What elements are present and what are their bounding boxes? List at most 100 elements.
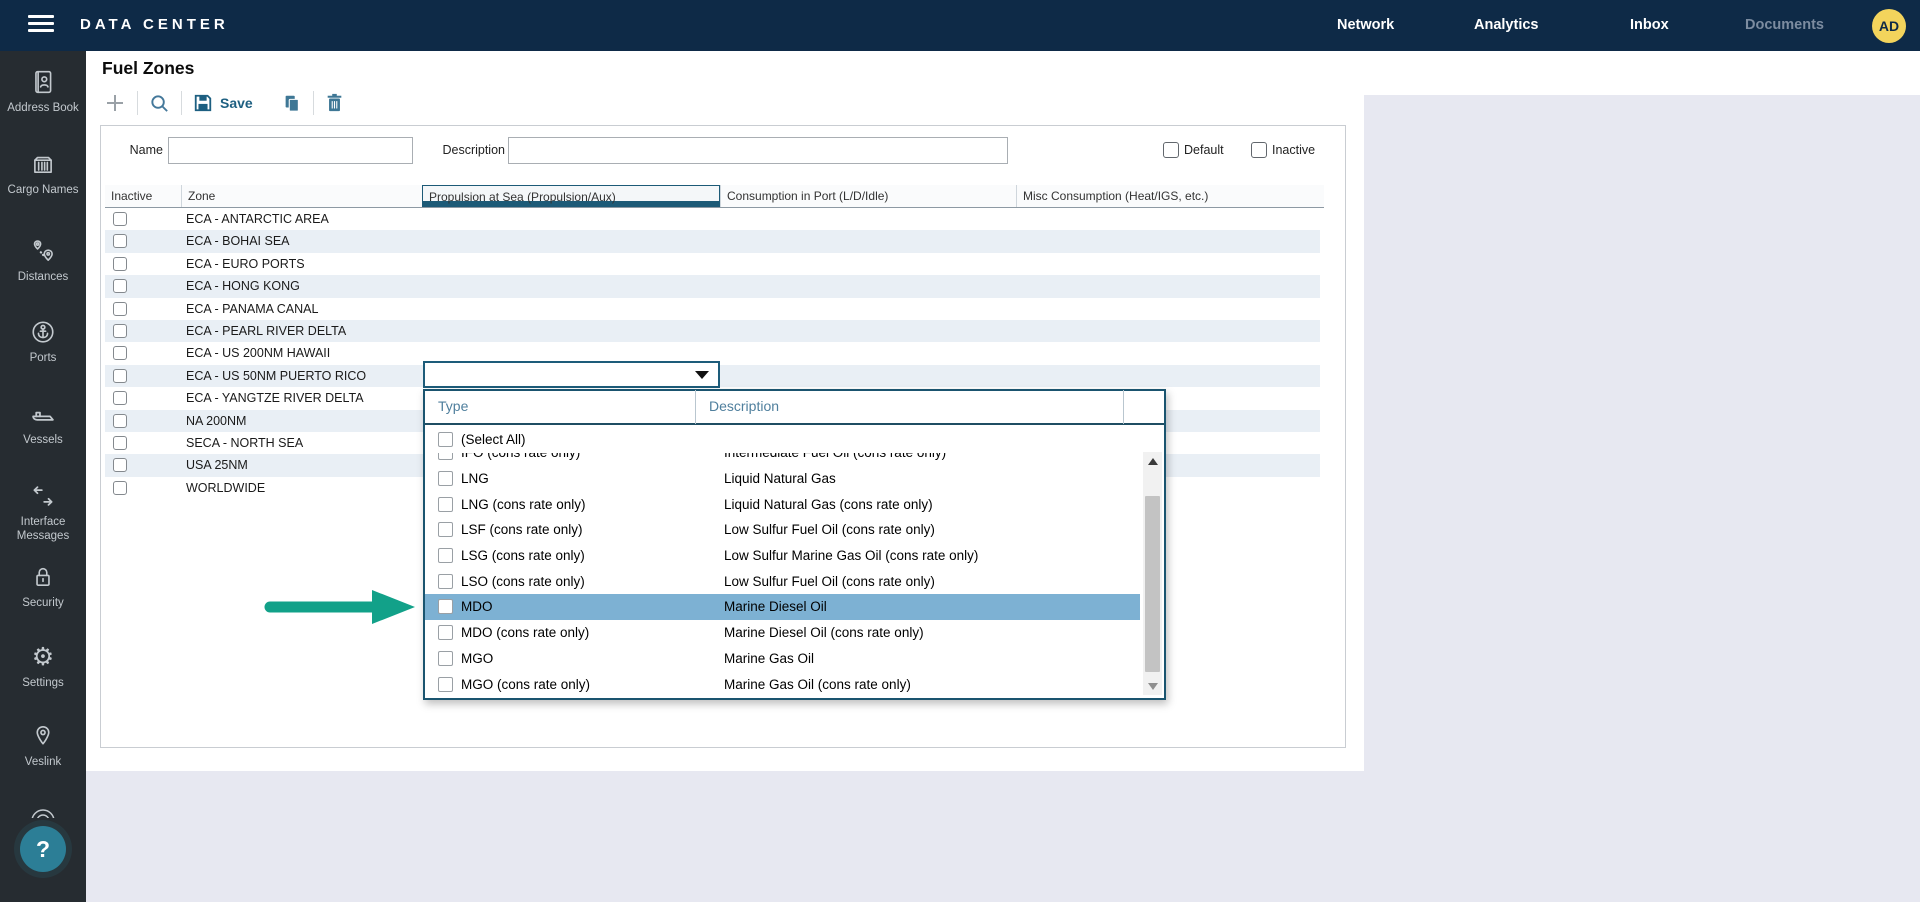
row-inactive-checkbox[interactable] bbox=[113, 302, 127, 316]
row-inactive-checkbox[interactable] bbox=[113, 481, 127, 495]
zone-cell[interactable]: ECA - BOHAI SEA bbox=[186, 230, 290, 252]
dropdown-item[interactable]: LSG (cons rate only) Low Sulfur Marine G… bbox=[425, 543, 1140, 569]
menu-icon[interactable] bbox=[28, 15, 54, 36]
row-inactive-checkbox[interactable] bbox=[113, 436, 127, 450]
item-checkbox[interactable] bbox=[438, 453, 453, 460]
nav-item-inbox[interactable]: Inbox bbox=[1630, 0, 1669, 51]
item-checkbox[interactable] bbox=[438, 432, 453, 447]
row-inactive-checkbox[interactable] bbox=[113, 324, 127, 338]
dropdown-item[interactable]: MGO (cons rate only) Marine Gas Oil (con… bbox=[425, 671, 1140, 697]
sidebar-item-ports[interactable]: Ports bbox=[0, 318, 86, 366]
row-inactive-checkbox[interactable] bbox=[113, 234, 127, 248]
copy-button[interactable] bbox=[282, 93, 302, 113]
help-button[interactable]: ? bbox=[20, 826, 66, 872]
sidebar-item-address-book[interactable]: Address Book bbox=[0, 68, 86, 116]
dropdown-item[interactable]: LSO (cons rate only) Low Sulfur Fuel Oil… bbox=[425, 568, 1140, 594]
table-row[interactable]: ECA - EURO PORTS bbox=[105, 253, 1320, 275]
table-row[interactable]: ECA - BOHAI SEA bbox=[105, 230, 1320, 252]
avatar[interactable]: AD bbox=[1872, 9, 1906, 43]
item-checkbox[interactable] bbox=[438, 497, 453, 512]
inactive-checkbox[interactable] bbox=[1251, 142, 1267, 158]
column-header-2[interactable]: Propulsion at Sea (Propulsion/Aux) bbox=[422, 185, 720, 207]
item-checkbox[interactable] bbox=[438, 574, 453, 589]
delete-button[interactable] bbox=[325, 93, 344, 113]
description-input[interactable] bbox=[508, 137, 1008, 164]
column-header-1[interactable]: Zone bbox=[181, 185, 422, 207]
sidebar-item-veslink[interactable]: Veslink bbox=[0, 722, 86, 770]
zone-cell[interactable]: ECA - US 50NM PUERTO RICO bbox=[186, 365, 366, 387]
add-button[interactable] bbox=[104, 92, 126, 114]
zone-cell[interactable]: NA 200NM bbox=[186, 410, 246, 432]
sidebar-item-cargo-names[interactable]: Cargo Names bbox=[0, 150, 86, 198]
dropdown-item[interactable]: LNG Liquid Natural Gas bbox=[425, 466, 1140, 492]
row-inactive-checkbox[interactable] bbox=[113, 279, 127, 293]
zone-cell[interactable]: WORLDWIDE bbox=[186, 477, 265, 499]
grid-header: InactiveZonePropulsion at Sea (Propulsio… bbox=[105, 185, 1324, 208]
dropdown-item[interactable]: MDO Marine Diesel Oil bbox=[425, 594, 1140, 620]
save-button[interactable]: Save bbox=[193, 93, 253, 113]
sidebar-item-distances[interactable]: Distances bbox=[0, 237, 86, 285]
default-checkbox[interactable] bbox=[1163, 142, 1179, 158]
dropdown-item[interactable]: (Select All) bbox=[425, 427, 1140, 453]
item-checkbox[interactable] bbox=[438, 599, 453, 614]
row-inactive-checkbox[interactable] bbox=[113, 391, 127, 405]
column-header-3[interactable]: Consumption in Port (L/D/Idle) bbox=[720, 185, 1016, 207]
sidebar-item-interface-messages[interactable]: Interface Messages bbox=[0, 482, 86, 543]
row-inactive-checkbox[interactable] bbox=[113, 414, 127, 428]
table-row[interactable]: ECA - PANAMA CANAL bbox=[105, 298, 1320, 320]
item-checkbox[interactable] bbox=[438, 522, 453, 537]
scroll-up-icon[interactable] bbox=[1143, 452, 1162, 470]
dropdown-item[interactable]: LNG (cons rate only) Liquid Natural Gas … bbox=[425, 491, 1140, 517]
item-checkbox[interactable] bbox=[438, 677, 453, 692]
item-checkbox[interactable] bbox=[438, 471, 453, 486]
zone-cell[interactable]: ECA - PANAMA CANAL bbox=[186, 298, 318, 320]
zone-cell[interactable]: USA 25NM bbox=[186, 454, 248, 476]
sidebar-item-settings[interactable]: ⚙Settings bbox=[0, 643, 86, 691]
item-checkbox[interactable] bbox=[438, 625, 453, 640]
dropdown-item[interactable]: LSF (cons rate only) Low Sulfur Fuel Oil… bbox=[425, 517, 1140, 543]
zone-cell[interactable]: ECA - EURO PORTS bbox=[186, 253, 305, 275]
sidebar-item-vessels[interactable]: Vessels bbox=[0, 400, 86, 448]
table-row[interactable]: ECA - HONG KONG bbox=[105, 275, 1320, 297]
search-button[interactable] bbox=[149, 93, 170, 114]
dropdown-item-clipped[interactable]: IFO (cons rate only) Intermediate Fuel O… bbox=[425, 453, 1140, 466]
dropdown-column-description[interactable]: Description bbox=[696, 390, 1124, 424]
vessels-icon bbox=[0, 400, 86, 430]
dropdown-item[interactable]: MDO (cons rate only) Marine Diesel Oil (… bbox=[425, 620, 1140, 646]
item-description: Liquid Natural Gas bbox=[724, 471, 836, 486]
header-surface bbox=[1364, 51, 1920, 95]
dropdown-column-type[interactable]: Type bbox=[425, 390, 696, 424]
item-checkbox[interactable] bbox=[438, 548, 453, 563]
chevron-down-icon[interactable] bbox=[695, 371, 709, 379]
zone-cell[interactable]: ECA - HONG KONG bbox=[186, 275, 300, 297]
nav-item-analytics[interactable]: Analytics bbox=[1474, 0, 1538, 51]
zone-cell[interactable]: ECA - US 200NM HAWAII bbox=[186, 342, 330, 364]
row-inactive-checkbox[interactable] bbox=[113, 257, 127, 271]
row-inactive-checkbox[interactable] bbox=[113, 212, 127, 226]
table-row[interactable]: ECA - ANTARCTIC AREA bbox=[105, 208, 1320, 230]
nav-item-network[interactable]: Network bbox=[1337, 0, 1394, 51]
dropdown-scrollbar[interactable] bbox=[1143, 452, 1162, 695]
zone-cell[interactable]: SECA - NORTH SEA bbox=[186, 432, 303, 454]
name-input[interactable] bbox=[168, 137, 413, 164]
row-inactive-checkbox[interactable] bbox=[113, 346, 127, 360]
sidebar-item-security[interactable]: Security bbox=[0, 563, 86, 611]
scrollbar-thumb[interactable] bbox=[1145, 496, 1160, 672]
zone-cell[interactable]: ECA - PEARL RIVER DELTA bbox=[186, 320, 346, 342]
item-checkbox[interactable] bbox=[438, 651, 453, 666]
dropdown-list: (Select All) IFO (cons rate only) Interm… bbox=[425, 427, 1164, 697]
row-inactive-checkbox[interactable] bbox=[113, 458, 127, 472]
table-row[interactable]: ECA - PEARL RIVER DELTA bbox=[105, 320, 1320, 342]
column-header-4[interactable]: Misc Consumption (Heat/IGS, etc.) bbox=[1016, 185, 1320, 207]
item-type: LNG (cons rate only) bbox=[461, 497, 586, 512]
dropdown-item[interactable]: IFO (cons rate only) Intermediate Fuel O… bbox=[425, 453, 1140, 466]
row-inactive-checkbox[interactable] bbox=[113, 369, 127, 383]
zone-cell[interactable]: ECA - YANGTZE RIVER DELTA bbox=[186, 387, 364, 409]
fuel-type-combobox[interactable] bbox=[423, 361, 720, 388]
save-label: Save bbox=[220, 95, 253, 111]
nav-item-documents[interactable]: Documents bbox=[1745, 0, 1824, 51]
column-header-0[interactable]: Inactive bbox=[105, 185, 181, 207]
scroll-down-icon[interactable] bbox=[1143, 677, 1162, 695]
dropdown-item[interactable]: MGO Marine Gas Oil bbox=[425, 646, 1140, 672]
zone-cell[interactable]: ECA - ANTARCTIC AREA bbox=[186, 208, 329, 230]
